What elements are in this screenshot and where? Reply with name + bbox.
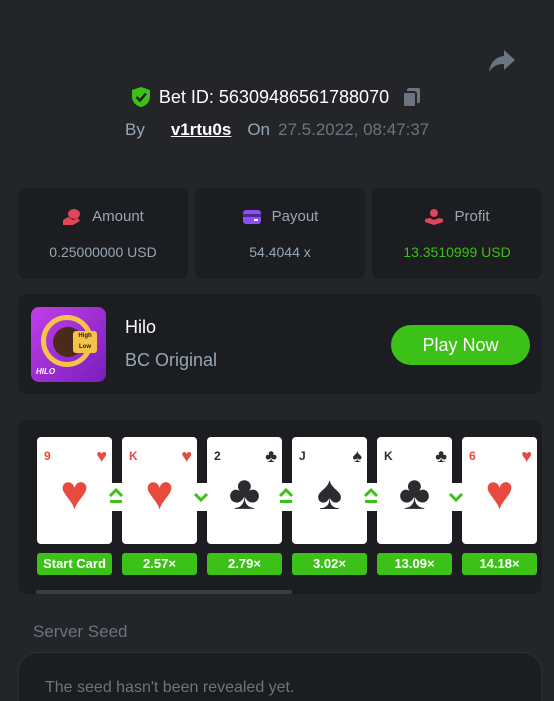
game-subtitle: BC Original bbox=[125, 350, 218, 370]
card-suit-small: ♥ bbox=[181, 446, 192, 466]
amount-card: Amount 0.25000000 USD bbox=[18, 188, 188, 279]
card-suit-small: ♣ bbox=[265, 446, 277, 466]
playing-card: J ♠ ♠ bbox=[292, 437, 367, 544]
bet-id-text: Bet ID: 56309486561788070 bbox=[158, 86, 390, 107]
cards-history: 9 ♥ ♥ Start Card K ♥ ♥ 2.57× 2 ♣ ♣ 2.79× J ♠ ♠ 3.02× K ♣ ♣… bbox=[18, 420, 542, 594]
amount-label: Amount bbox=[92, 208, 144, 225]
server-seed-field[interactable]: The seed hasn't been revealed yet. bbox=[18, 652, 542, 701]
game-card: High Low HILO Hilo BC Original Play Now bbox=[18, 294, 542, 394]
playing-card: K ♣ ♣ bbox=[377, 437, 452, 544]
hand-coin-icon bbox=[425, 208, 444, 225]
author-row: By v1rtu0s On 27.5.2022, 08:47:37 bbox=[125, 120, 429, 140]
card-suit-small: ♠ bbox=[352, 446, 362, 466]
by-label: By bbox=[125, 120, 145, 139]
thumb-high-low-tag: High Low bbox=[73, 331, 97, 353]
copy-icon[interactable] bbox=[401, 86, 423, 108]
profit-value: 13.3510999 USD bbox=[403, 243, 511, 260]
card-rank: K bbox=[129, 449, 138, 463]
bet-date: 27.5.2022, 08:47:37 bbox=[278, 120, 430, 139]
wallet-icon bbox=[242, 209, 261, 224]
card-multiplier: 13.09× bbox=[377, 553, 452, 575]
payout-value: 54.4044 x bbox=[249, 243, 311, 260]
card-suit-small: ♣ bbox=[435, 446, 447, 466]
playing-card: 9 ♥ ♥ bbox=[37, 437, 112, 544]
card-suit-large: ♣ bbox=[228, 467, 261, 520]
play-now-button[interactable]: Play Now bbox=[391, 325, 530, 365]
card-suit-small: ♥ bbox=[521, 446, 532, 466]
higher-arrow-icon bbox=[272, 483, 300, 511]
playing-card: 2 ♣ ♣ bbox=[207, 437, 282, 544]
card-multiplier: 3.02× bbox=[292, 553, 367, 575]
card-suit-large: ♥ bbox=[145, 467, 174, 520]
higher-arrow-icon bbox=[357, 483, 385, 511]
bet-id-row: Bet ID: 56309486561788070 bbox=[0, 86, 554, 108]
game-name: Hilo bbox=[125, 317, 157, 337]
playing-card: K ♥ ♥ bbox=[122, 437, 197, 544]
share-icon[interactable] bbox=[488, 48, 516, 74]
card-rank: 6 bbox=[469, 449, 476, 463]
coins-icon bbox=[63, 208, 81, 225]
server-seed-value: The seed hasn't been revealed yet. bbox=[45, 679, 295, 696]
card-suit-large: ♠ bbox=[316, 467, 343, 520]
lower-arrow-icon bbox=[187, 483, 215, 511]
shield-check-icon bbox=[131, 87, 150, 107]
profit-card: Profit 13.3510999 USD bbox=[372, 188, 542, 279]
horizontal-scrollbar[interactable] bbox=[36, 590, 292, 594]
profit-label: Profit bbox=[454, 208, 490, 225]
card-multiplier: 14.18× bbox=[462, 553, 537, 575]
amount-value: 0.25000000 USD bbox=[49, 243, 157, 260]
game-thumbnail[interactable]: High Low HILO bbox=[31, 307, 106, 382]
stats-row: Amount 0.25000000 USD Payout 54.4044 x P… bbox=[18, 188, 542, 279]
card-rank: 2 bbox=[214, 449, 221, 463]
card-multiplier: 2.79× bbox=[207, 553, 282, 575]
payout-card: Payout 54.4044 x bbox=[195, 188, 365, 279]
card-suit-small: ♥ bbox=[96, 446, 107, 466]
payout-label: Payout bbox=[271, 208, 319, 225]
card-suit-large: ♥ bbox=[60, 467, 89, 520]
higher-arrow-icon bbox=[102, 483, 130, 511]
card-rank: 9 bbox=[44, 449, 51, 463]
playing-card: 6 ♥ ♥ bbox=[462, 437, 537, 544]
card-suit-large: ♣ bbox=[398, 467, 431, 520]
username-link[interactable]: v1rtu0s bbox=[171, 120, 231, 140]
card-suit-large: ♥ bbox=[485, 467, 514, 520]
lower-arrow-icon bbox=[442, 483, 470, 511]
on-label: On bbox=[247, 120, 271, 139]
card-rank: J bbox=[299, 449, 306, 463]
server-seed-label: Server Seed bbox=[33, 622, 128, 641]
thumb-title: HILO bbox=[36, 367, 56, 376]
card-multiplier: 2.57× bbox=[122, 553, 197, 575]
card-multiplier: Start Card bbox=[37, 553, 112, 575]
card-rank: K bbox=[384, 449, 393, 463]
